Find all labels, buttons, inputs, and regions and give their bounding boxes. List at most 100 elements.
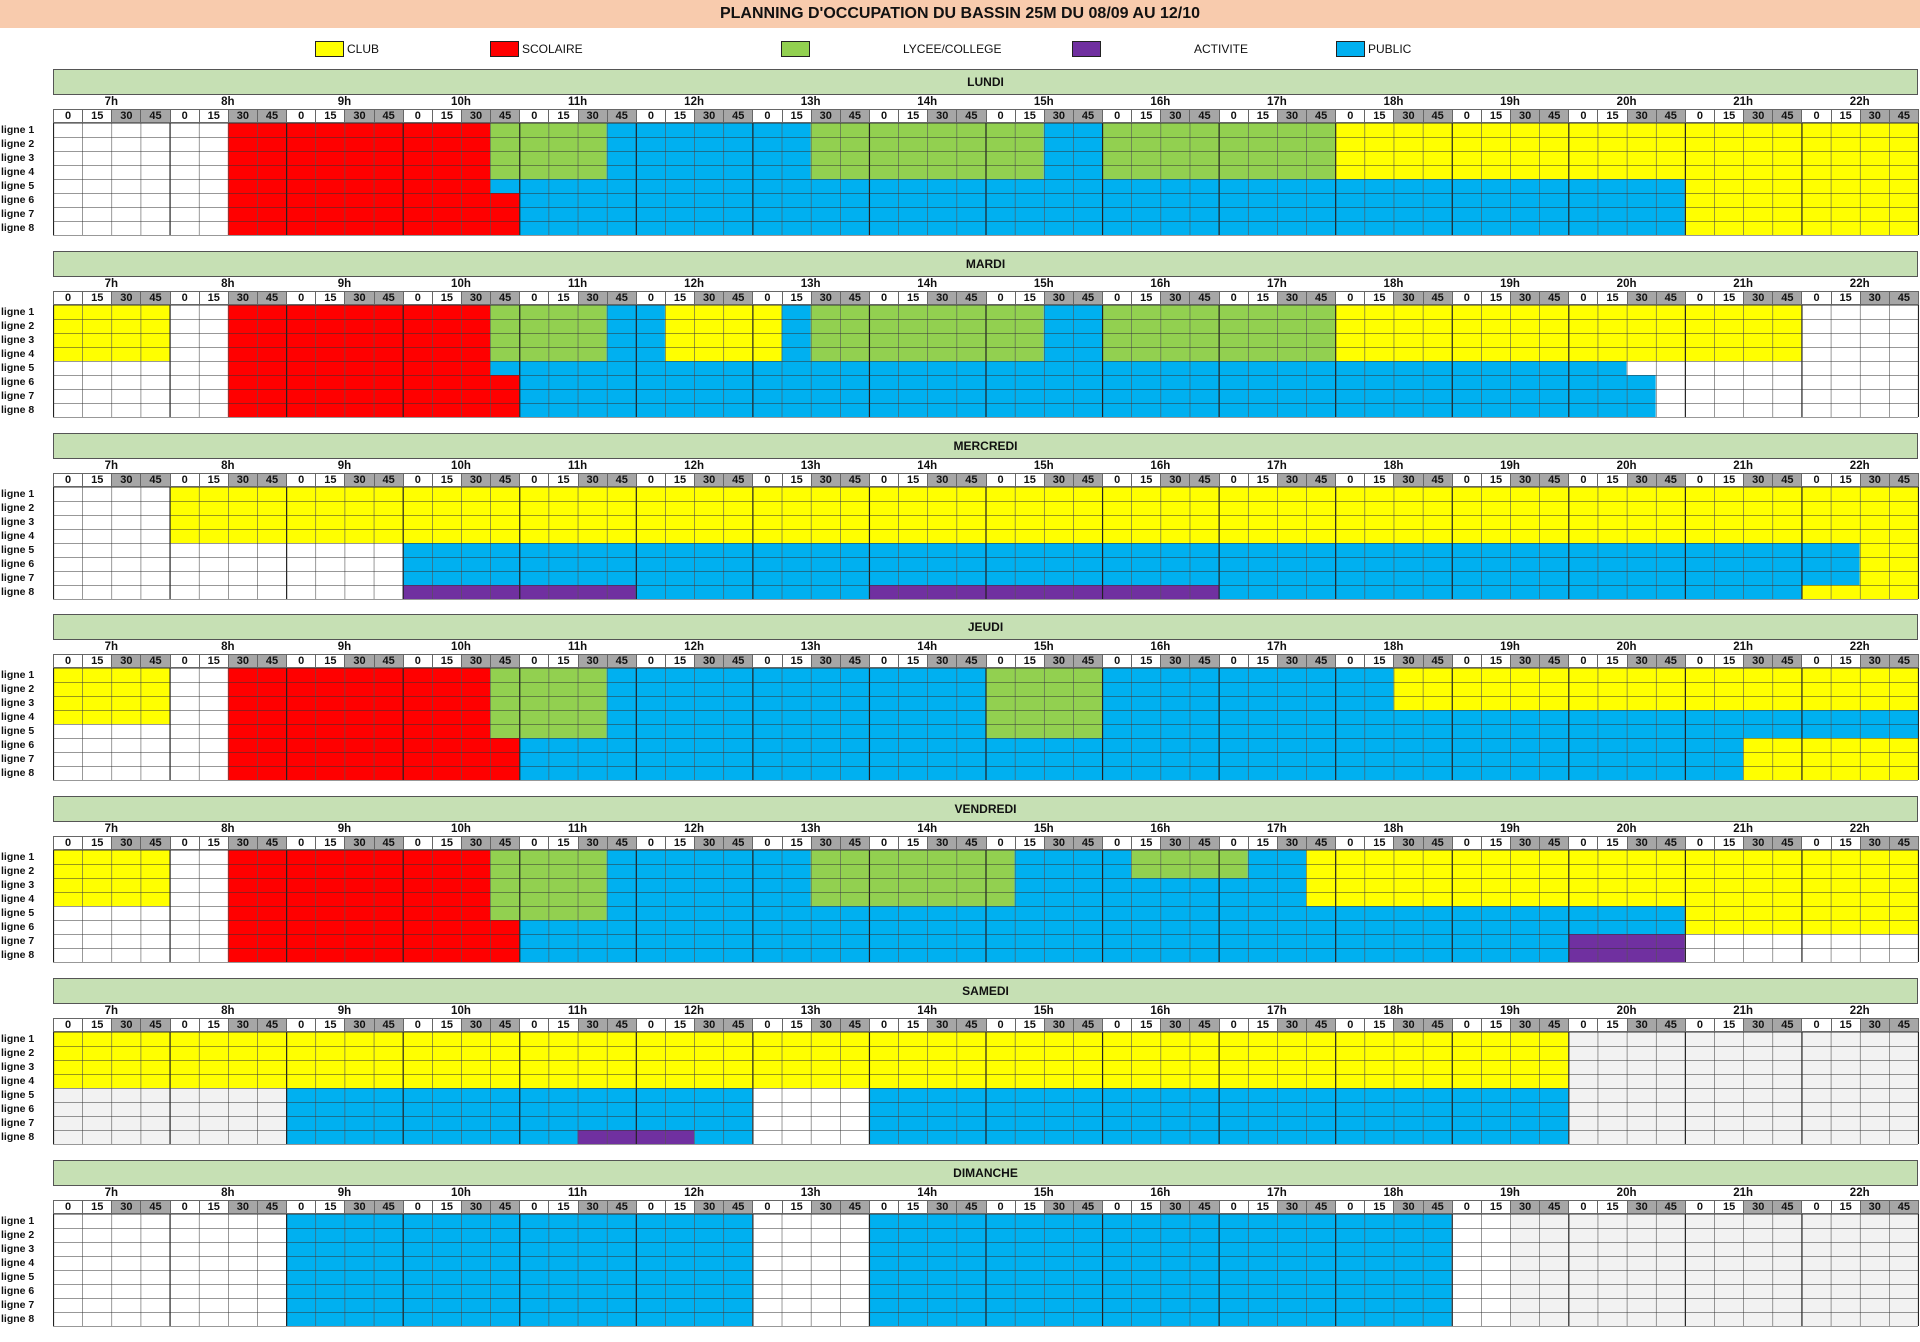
minute-label: 30 [1510,1200,1541,1214]
minute-label: 15 [1247,1018,1278,1032]
minute-label: 0 [402,109,433,123]
minute-label: 30 [1160,473,1191,487]
hour-label: 22h [1849,460,1870,472]
minute-label: 30 [227,654,258,668]
minute-label: 45 [1189,109,1220,123]
slot-block [1393,682,1918,696]
minute-label: 15 [1014,291,1045,305]
minute-label: 15 [1014,836,1045,850]
minute-label: 30 [577,291,608,305]
slot-block [490,179,1685,193]
occupancy-grid-mercredi [53,487,1919,600]
minute-label: 45 [1072,473,1104,487]
slot-block [227,668,491,682]
minute-label: 15 [198,1018,229,1032]
hour-label: 19h [1500,641,1520,653]
hour-label: 17h [1266,1187,1287,1199]
minute-label: 0 [53,836,84,850]
minute-label: 30 [1743,473,1774,487]
minute-label: 0 [752,836,783,850]
minute-label: 45 [1772,1200,1803,1214]
slot-block [53,892,170,906]
occupancy-grid-dimanche [53,1214,1919,1327]
hour-label: 13h [800,823,821,835]
slot-block [606,710,986,724]
hour-label: 16h [1150,1005,1171,1017]
minute-label: 30 [344,473,375,487]
minute-label: 0 [1102,473,1133,487]
slot-block [1043,305,1103,319]
minute-label: 15 [1480,473,1512,487]
slot-block [227,193,520,207]
minute-label: 15 [1364,654,1395,668]
minute-label: 0 [1801,291,1832,305]
lane-label: ligne 2 [1,865,35,877]
minute-label: 45 [256,109,288,123]
slot-block [606,864,811,878]
slot-block [53,1032,1569,1046]
day-header-samedi: SAMEDI [53,978,1918,1004]
minute-label: 30 [460,654,492,668]
minute-label: 0 [402,291,433,305]
minute-label: 0 [1684,1018,1716,1032]
hour-label: 13h [800,460,821,472]
slot-block [752,1270,869,1284]
slot-block [606,850,811,864]
slot-block [1451,1242,1511,1256]
minute-label: 45 [723,1200,754,1214]
occupancy-grid-samedi [53,1032,1919,1145]
slot-block [985,724,1103,738]
hour-label: 10h [451,823,471,835]
minute-label: 30 [1743,109,1774,123]
slot-block [227,375,520,389]
slot-block [810,850,1015,864]
minute-label: 0 [286,109,317,123]
hour-label: 17h [1266,460,1287,472]
minute-label: 30 [694,473,725,487]
minute-label: 30 [694,109,725,123]
minute-label: 15 [431,1018,462,1032]
slot-block [227,151,491,165]
minute-label: 15 [1714,109,1745,123]
slot-block [519,375,1656,389]
minute-label: 15 [1480,654,1512,668]
slot-block [868,1242,1452,1256]
lane-label: ligne 1 [1,1215,35,1227]
minute-label: 15 [1364,1018,1395,1032]
slot-block [1043,319,1103,333]
minute-label: 45 [1539,291,1570,305]
minute-label: 15 [1597,291,1628,305]
lane-label: ligne 7 [1,208,35,220]
minute-label: 30 [460,473,492,487]
slot-block [1859,571,1918,585]
slot-block [664,347,782,361]
minute-label: 15 [1131,109,1162,123]
slot-block [1306,878,1918,892]
minute-label: 30 [1043,1018,1074,1032]
slot-block [227,347,491,361]
lane-label: ligne 1 [1,488,35,500]
slot-block [53,137,228,151]
minute-label: 15 [548,1200,579,1214]
slot-block [490,361,1627,375]
minute-label: 45 [373,654,404,668]
slot-block [53,557,403,571]
minute-label: 15 [898,1018,929,1032]
slot-block [606,724,986,738]
legend-swatch [1336,41,1365,57]
minute-label: 0 [1568,1018,1599,1032]
slot-block [1859,543,1918,557]
minute-label: 45 [839,109,870,123]
minute-label: 0 [868,291,900,305]
lane-label: ligne 8 [1,1313,35,1325]
slot-block [1510,1242,1918,1256]
minute-label: 30 [1859,1018,1890,1032]
minute-label: 0 [1218,1018,1249,1032]
minute-label: 15 [82,1018,113,1032]
minute-label: 15 [898,473,929,487]
hour-label: 14h [917,96,938,108]
slot-block [1043,151,1103,165]
slot-block [752,1312,869,1326]
minute-label: 0 [1451,473,1482,487]
minute-label: 15 [1597,1200,1628,1214]
